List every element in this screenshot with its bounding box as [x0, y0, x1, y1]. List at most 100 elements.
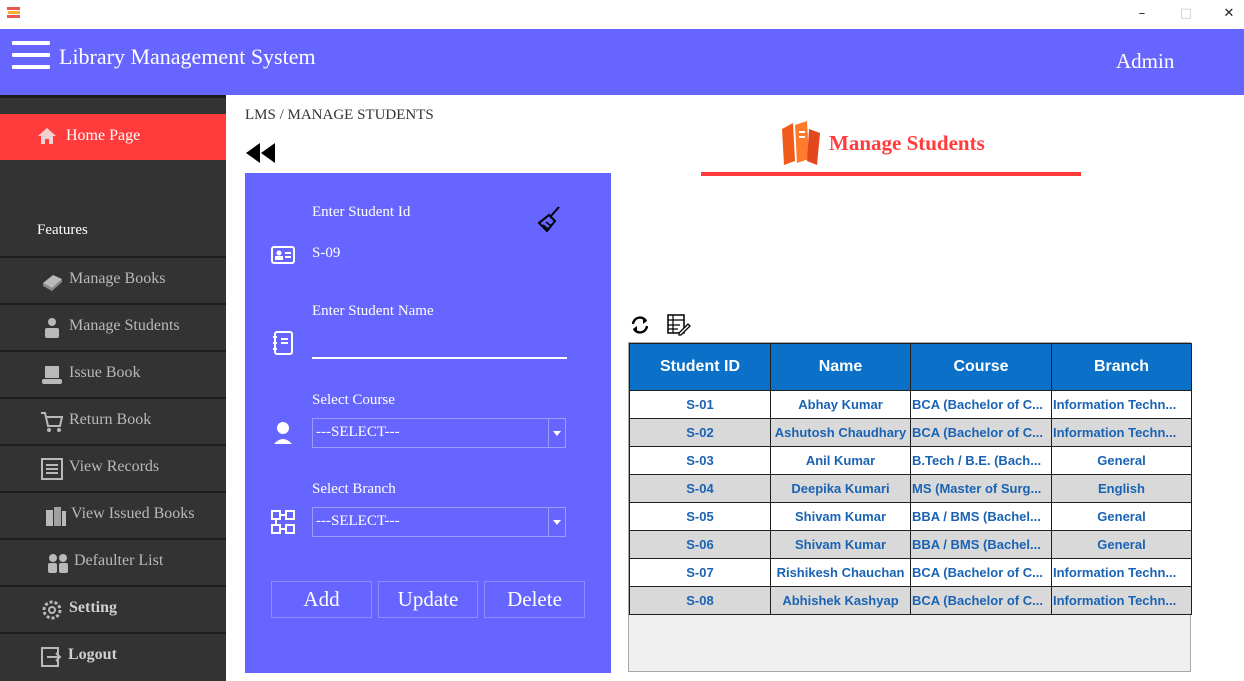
- broom-icon[interactable]: [537, 205, 563, 233]
- page-header: Manage Students: [701, 117, 1081, 177]
- branch-icon: [271, 510, 295, 534]
- cell-student-id[interactable]: S-03: [629, 446, 771, 475]
- app-header: Library Management System Admin: [0, 29, 1244, 95]
- cell-student-id[interactable]: S-04: [629, 474, 771, 503]
- logout-icon: [41, 647, 62, 667]
- table-row[interactable]: S-05 Shivam Kumar BBA / BMS (Bachel... Gene…: [629, 502, 1192, 531]
- students-table[interactable]: Student ID Name Course Branch S-01 Abhay …: [628, 342, 1192, 672]
- column-header-branch[interactable]: Branch: [1051, 343, 1192, 391]
- chevron-down-icon[interactable]: [548, 419, 565, 447]
- cell-name[interactable]: Ashutosh Chaudhary: [770, 418, 911, 447]
- sidebar-item-return-book[interactable]: Return Book: [0, 397, 226, 442]
- app-icon: [7, 7, 20, 18]
- cell-branch[interactable]: Information Techn...: [1051, 390, 1192, 419]
- add-button[interactable]: Add: [271, 581, 372, 618]
- sidebar-item-defaulter-list[interactable]: Defaulter List: [0, 538, 226, 583]
- sidebar-item-home[interactable]: Home Page: [0, 114, 226, 160]
- cell-student-id[interactable]: S-05: [629, 502, 771, 531]
- cell-student-id[interactable]: S-06: [629, 530, 771, 559]
- page-title: Manage Students: [829, 131, 985, 155]
- cell-name[interactable]: Anil Kumar: [770, 446, 911, 475]
- column-header-name[interactable]: Name: [770, 343, 911, 391]
- branch-label: Select Branch: [312, 481, 396, 497]
- sidebar-item-label: Manage Students: [69, 317, 180, 334]
- cell-course[interactable]: BCA (Bachelor of C...: [910, 418, 1052, 447]
- cell-course[interactable]: BCA (Bachelor of C...: [910, 586, 1052, 615]
- cell-name[interactable]: Abhishek Kashyap: [770, 586, 911, 615]
- back-arrow-icon[interactable]: [244, 141, 277, 165]
- cell-name[interactable]: Deepika Kumari: [770, 474, 911, 503]
- cell-name[interactable]: Rishikesh Chauchan: [770, 558, 911, 587]
- course-select[interactable]: ---SELECT---: [312, 418, 566, 448]
- course-select-value: ---SELECT---: [316, 424, 400, 440]
- home-icon: [38, 128, 56, 144]
- graduate-icon: [274, 422, 292, 444]
- sidebar-item-label: View Records: [69, 458, 160, 475]
- table-row[interactable]: S-02 Ashutosh Chaudhary BCA (Bachelor of C…: [629, 418, 1192, 447]
- table-edit-icon[interactable]: [667, 313, 691, 337]
- cell-student-id[interactable]: S-01: [629, 390, 771, 419]
- student-form: Enter Student Id S-09 Enter Student Name…: [245, 173, 611, 673]
- table-row[interactable]: S-03 Anil Kumar B.Tech / B.E. (Bach... Gene…: [629, 446, 1192, 475]
- cell-student-id[interactable]: S-02: [629, 418, 771, 447]
- cell-name[interactable]: Shivam Kumar: [770, 530, 911, 559]
- column-header-course[interactable]: Course: [910, 343, 1052, 391]
- sidebar-item-view-records[interactable]: View Records: [0, 444, 226, 489]
- minimize-button[interactable]: –: [1131, 4, 1153, 24]
- sidebar-item-setting[interactable]: Setting: [0, 585, 226, 630]
- sidebar-item-label: View Issued Books: [71, 505, 195, 522]
- update-button[interactable]: Update: [378, 581, 478, 618]
- cell-student-id[interactable]: S-08: [629, 586, 771, 615]
- refresh-icon[interactable]: [628, 313, 652, 337]
- cell-course[interactable]: BBA / BMS (Bachel...: [910, 530, 1052, 559]
- menu-icon[interactable]: [12, 41, 50, 71]
- sidebar-item-label: Manage Books: [69, 270, 166, 287]
- branch-select[interactable]: ---SELECT---: [312, 507, 566, 537]
- user-label[interactable]: Admin: [1116, 49, 1174, 74]
- cell-name[interactable]: Shivam Kumar: [770, 502, 911, 531]
- cell-branch[interactable]: General: [1051, 502, 1192, 531]
- sidebar-item-issue-book[interactable]: Issue Book: [0, 350, 226, 395]
- maximize-button[interactable]: □: [1175, 4, 1197, 24]
- cell-course[interactable]: B.Tech / B.E. (Bach...: [910, 446, 1052, 475]
- student-id-field[interactable]: S-09: [312, 245, 340, 262]
- sidebar-item-label: Home Page: [66, 127, 141, 144]
- table-row[interactable]: S-06 Shivam Kumar BBA / BMS (Bachel... Gene…: [629, 530, 1192, 559]
- column-header-student-id[interactable]: Student ID: [629, 343, 771, 391]
- sidebar-item-label: Issue Book: [69, 364, 141, 381]
- people-icon: [48, 554, 68, 573]
- cell-student-id[interactable]: S-07: [629, 558, 771, 587]
- cart-icon: [41, 412, 64, 432]
- cell-branch[interactable]: English: [1051, 474, 1192, 503]
- cell-branch[interactable]: General: [1051, 530, 1192, 559]
- title-underline: [701, 172, 1081, 176]
- delete-button[interactable]: Delete: [484, 581, 585, 618]
- sidebar-item-label: Defaulter List: [74, 552, 164, 569]
- table-row[interactable]: S-01 Abhay Kumar BCA (Bachelor of C... Info…: [629, 390, 1192, 419]
- close-button[interactable]: ✕: [1218, 4, 1240, 24]
- cell-name[interactable]: Abhay Kumar: [770, 390, 911, 419]
- breadcrumb: LMS / MANAGE STUDENTS: [245, 107, 434, 123]
- sidebar-item-label: Return Book: [69, 411, 152, 428]
- cell-course[interactable]: BBA / BMS (Bachel...: [910, 502, 1052, 531]
- sidebar-item-manage-students[interactable]: Manage Students: [0, 303, 226, 348]
- student-name-input[interactable]: [312, 325, 567, 359]
- sidebar-item-view-issued-books[interactable]: View Issued Books: [0, 491, 226, 536]
- cell-course[interactable]: MS (Master of Surg...: [910, 474, 1052, 503]
- cell-course[interactable]: BCA (Bachelor of C...: [910, 558, 1052, 587]
- list-icon: [41, 458, 63, 480]
- sidebar-item-logout[interactable]: Logout: [0, 632, 226, 677]
- sidebar-item-manage-books[interactable]: Manage Books: [0, 256, 226, 301]
- table-row[interactable]: S-08 Abhishek Kashyap BCA (Bachelor of C..…: [629, 586, 1192, 615]
- window-titlebar: – □ ✕: [0, 0, 1244, 29]
- cell-branch[interactable]: General: [1051, 446, 1192, 475]
- table-row[interactable]: S-07 Rishikesh Chauchan BCA (Bachelor of C…: [629, 558, 1192, 587]
- cell-branch[interactable]: Information Techn...: [1051, 586, 1192, 615]
- branch-select-value: ---SELECT---: [316, 513, 400, 529]
- chevron-down-icon[interactable]: [548, 508, 565, 536]
- cell-course[interactable]: BCA (Bachelor of C...: [910, 390, 1052, 419]
- cell-branch[interactable]: Information Techn...: [1051, 558, 1192, 587]
- student-name-label: Enter Student Name: [312, 303, 434, 319]
- table-row[interactable]: S-04 Deepika Kumari MS (Master of Surg... E…: [629, 474, 1192, 503]
- cell-branch[interactable]: Information Techn...: [1051, 418, 1192, 447]
